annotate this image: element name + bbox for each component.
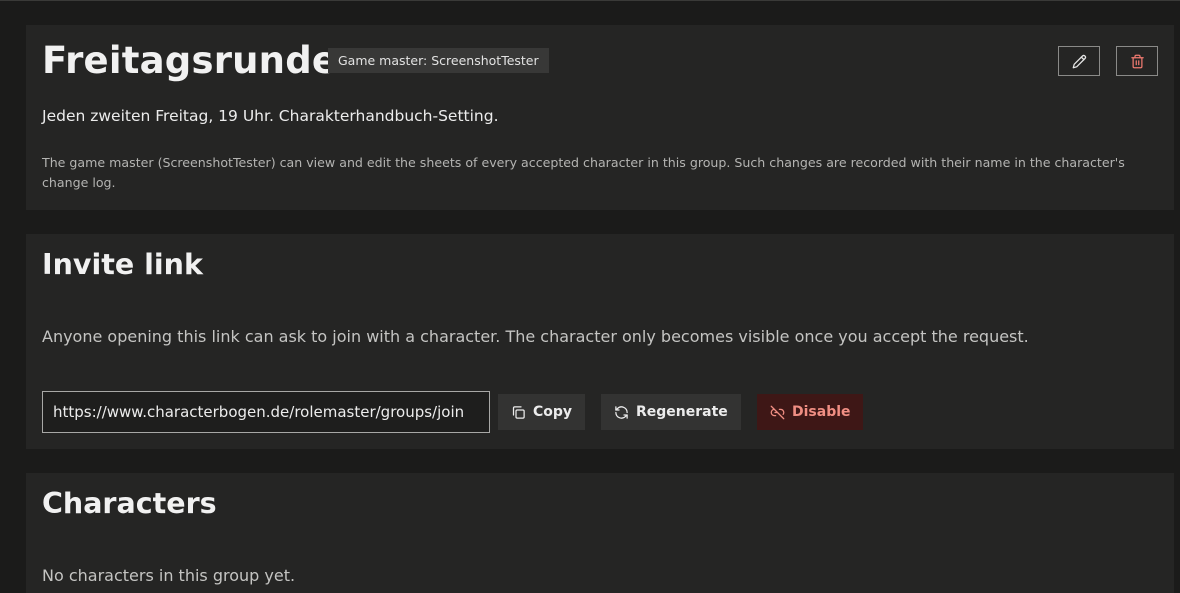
disable-link-button[interactable]: Disable [757,394,863,430]
invite-link-card: Invite link Anyone opening this link can… [26,234,1174,449]
game-master-note: The game master (ScreenshotTester) can v… [42,155,1125,190]
regenerate-button-label: Regenerate [636,404,728,420]
link-off-icon [770,405,785,419]
invite-description: Anyone opening this link can ask to join… [42,327,1029,346]
characters-card: Characters No characters in this group y… [26,473,1174,593]
copy-icon [512,405,525,419]
group-title: Freitagsrunde [42,39,338,82]
invite-url-field[interactable] [42,391,490,433]
regenerate-link-button[interactable]: Regenerate [601,394,741,430]
copy-link-button[interactable]: Copy [498,394,585,430]
copy-button-label: Copy [533,404,573,420]
invite-section-title: Invite link [42,248,203,281]
characters-empty-text: No characters in this group yet. [42,566,296,585]
disable-button-label: Disable [792,404,851,420]
characters-section-title: Characters [42,487,217,520]
trash-icon [1130,54,1144,68]
top-border [0,0,1180,1]
edit-group-button[interactable] [1058,46,1100,76]
group-description: Jeden zweiten Freitag, 19 Uhr. Charakter… [42,107,499,125]
delete-group-button[interactable] [1116,46,1158,76]
game-master-badge: Game master: ScreenshotTester [328,48,549,73]
refresh-icon [615,405,628,419]
pencil-icon [1072,54,1086,68]
group-header-card: Freitagsrunde Game master: ScreenshotTes… [26,25,1174,210]
